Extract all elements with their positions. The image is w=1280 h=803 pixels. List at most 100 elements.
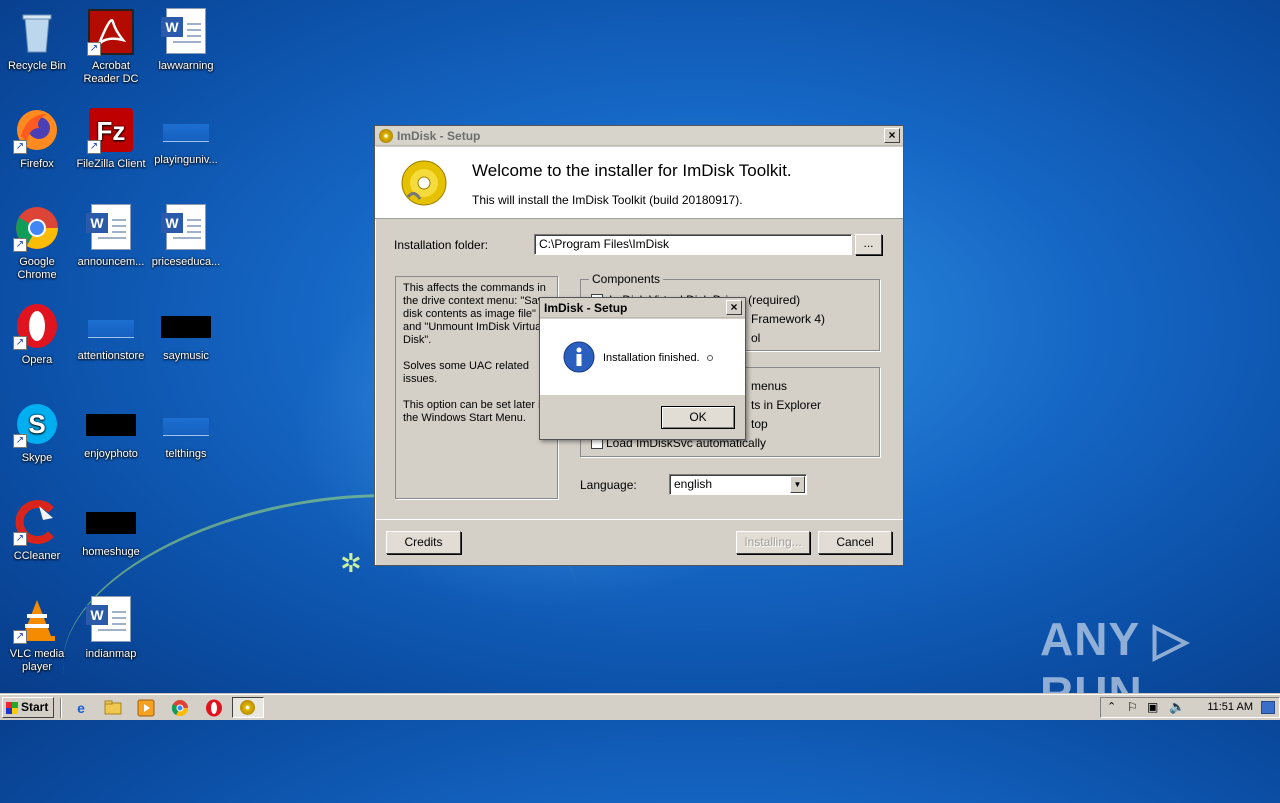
system-tray: ⌃ ⚐ ▣ 🔈 11:51 AM xyxy=(1100,697,1280,718)
option-label: top xyxy=(751,417,768,431)
setup-header-panel: Welcome to the installer for ImDisk Tool… xyxy=(375,147,903,219)
internet-explorer-icon[interactable]: e xyxy=(72,699,90,717)
desktop-icon-label: enjoyphoto xyxy=(84,448,138,460)
shortcut-arrow-icon: ↗ xyxy=(13,336,27,350)
credits-button[interactable]: Credits xyxy=(386,531,461,554)
desktop-icon-homeshuge[interactable]: homeshuge xyxy=(74,498,148,559)
chevron-up-icon[interactable]: ⌃ xyxy=(1107,700,1116,713)
taskbar: Start e ⌃ ⚐ ▣ 🔈 11:51 AM xyxy=(0,694,1280,720)
desktop-icon-saymusic[interactable]: saymusic xyxy=(149,302,223,363)
desktop-icon-skype[interactable]: S ↗ Skype xyxy=(0,400,74,465)
description-text: This affects the commands in the drive c… xyxy=(403,282,550,346)
language-select[interactable]: english ▼ xyxy=(669,474,807,495)
desktop-icon-label: FileZilla Client xyxy=(76,158,146,170)
components-label: Components xyxy=(589,272,664,286)
shortcut-arrow-icon: ↗ xyxy=(13,238,27,252)
chevron-down-icon[interactable]: ▼ xyxy=(790,476,805,493)
imdisk-disc-icon xyxy=(379,129,393,143)
desktop-icon-label: attentionstore xyxy=(77,350,145,362)
file-thumbnail-icon xyxy=(88,320,134,338)
desktop-icon-label: Google Chrome xyxy=(17,256,57,281)
installation-finished-dialog: ImDisk - Setup × Installation finished. … xyxy=(539,297,746,440)
word-document-icon: W xyxy=(86,204,135,252)
filezilla-icon: Fz ↗ xyxy=(87,106,135,154)
desktop-icon-label: Firefox xyxy=(20,158,54,170)
file-thumbnail-icon xyxy=(86,512,136,534)
dialog-title: ImDisk - Setup xyxy=(544,301,628,315)
desktop-icon-priceseduca[interactable]: W priceseduca... xyxy=(149,204,223,269)
volume-icon[interactable]: 🔈 xyxy=(1169,699,1185,715)
desktop-icon-label: Skype xyxy=(21,452,53,464)
desktop-icon-attentionstore[interactable]: attentionstore xyxy=(74,302,148,363)
desktop-icon-label: indianmap xyxy=(85,648,137,660)
setup-heading: Welcome to the installer for ImDisk Tool… xyxy=(472,161,792,180)
opera-icon[interactable] xyxy=(205,699,223,717)
action-center-flag-icon[interactable]: ⚐ xyxy=(1127,700,1138,714)
folder-icon[interactable] xyxy=(104,699,122,717)
desktop-icon-acrobat[interactable]: ↗ Acrobat Reader DC xyxy=(74,8,148,86)
description-text: This option can be set later in the Wind… xyxy=(403,399,547,424)
file-thumbnail-icon xyxy=(163,418,209,436)
desktop-icon-telthings[interactable]: telthings xyxy=(149,400,223,461)
network-icon[interactable]: ▣ xyxy=(1147,700,1158,714)
firefox-icon: ↗ xyxy=(13,106,61,154)
browse-folder-button[interactable]: ... xyxy=(855,234,882,255)
desktop-icon-label: VLC media player xyxy=(9,648,65,673)
desktop-icon-label: saymusic xyxy=(163,350,209,362)
option-label: ts in Explorer xyxy=(751,398,822,412)
installation-folder-input[interactable]: C:\Program Files\ImDisk xyxy=(534,234,852,255)
desktop-icon-opera[interactable]: ↗ Opera xyxy=(0,302,74,367)
desktop-icon-enjoyphoto[interactable]: enjoyphoto xyxy=(74,400,148,461)
dialog-close-button[interactable]: × xyxy=(726,300,742,315)
desktop-icon-indianmap[interactable]: W indianmap xyxy=(74,596,148,661)
opera-icon: ↗ xyxy=(13,302,61,350)
desktop-icon-label: homeshuge xyxy=(82,546,140,558)
desktop-icon-vlc[interactable]: ↗ VLC media player xyxy=(0,596,74,674)
media-player-icon[interactable] xyxy=(137,699,155,717)
svg-text:S: S xyxy=(28,409,45,439)
system-clock[interactable]: 11:51 AM xyxy=(1207,701,1253,713)
setup-title: ImDisk - Setup xyxy=(397,129,481,143)
ok-button[interactable]: OK xyxy=(661,406,735,429)
desktop-icon-filezilla[interactable]: Fz ↗ FileZilla Client xyxy=(74,106,148,171)
skype-icon: S ↗ xyxy=(13,400,61,448)
start-label: Start xyxy=(21,700,49,714)
word-document-icon: W xyxy=(161,8,210,56)
desktop-icon-label: CCleaner xyxy=(13,550,61,562)
desktop-icon-ccleaner[interactable]: ↗ CCleaner xyxy=(0,498,74,563)
desktop-icon-label: Acrobat Reader DC xyxy=(83,60,139,85)
imdisk-disc-icon xyxy=(401,160,447,206)
taskbar-imdisk-button[interactable] xyxy=(232,697,264,718)
desktop-icon-label: Opera xyxy=(21,354,53,366)
desktop-icon-label: Recycle Bin xyxy=(7,60,67,72)
desktop-icon-label: priceseduca... xyxy=(151,256,221,268)
desktop-icon-firefox[interactable]: ↗ Firefox xyxy=(0,106,74,171)
wallpaper-leaf-icon: ✲ xyxy=(340,548,362,578)
language-label: Language: xyxy=(580,478,637,492)
setup-close-button[interactable]: × xyxy=(884,128,900,143)
start-button[interactable]: Start xyxy=(2,697,54,718)
dialog-message-panel: Installation finished. xyxy=(540,319,745,395)
shortcut-arrow-icon: ↗ xyxy=(13,532,27,546)
chrome-icon: ↗ xyxy=(13,204,61,252)
cancel-button[interactable]: Cancel xyxy=(818,531,892,554)
desktop-icon-recycle-bin[interactable]: Recycle Bin xyxy=(0,8,74,73)
show-desktop-icon[interactable] xyxy=(1261,701,1275,714)
component-label: Framework 4) xyxy=(751,312,826,326)
desktop-icon-label: announcem... xyxy=(77,256,145,268)
recycle-bin-icon xyxy=(13,8,61,56)
chrome-icon[interactable] xyxy=(171,699,189,717)
taskbar-separator xyxy=(60,698,62,718)
desktop-icon-lawwarning[interactable]: W lawwarning xyxy=(149,8,223,73)
installing-button: Installing... xyxy=(736,531,810,554)
file-thumbnail-icon xyxy=(163,124,209,142)
setup-titlebar: ImDisk - Setup × xyxy=(375,126,903,146)
desktop-icon-playinguniv[interactable]: playinguniv... xyxy=(149,106,223,167)
ccleaner-icon: ↗ xyxy=(13,498,61,546)
desktop-icon-announcem[interactable]: W announcem... xyxy=(74,204,148,269)
shortcut-arrow-icon: ↗ xyxy=(87,42,101,56)
desktop-icon-google-chrome[interactable]: ↗ Google Chrome xyxy=(0,204,74,282)
shortcut-arrow-icon: ↗ xyxy=(87,140,101,154)
shortcut-arrow-icon: ↗ xyxy=(13,630,27,644)
cursor-icon xyxy=(707,355,713,361)
